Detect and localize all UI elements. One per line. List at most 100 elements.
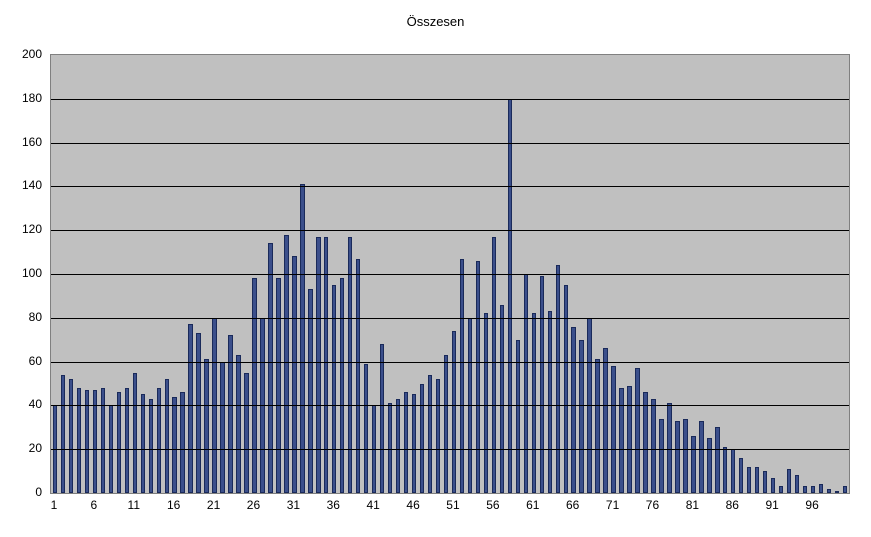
bar: [564, 285, 568, 493]
gridline: [51, 449, 849, 450]
bar: [380, 344, 384, 493]
bar: [196, 333, 200, 493]
bar: [444, 355, 448, 493]
bar: [77, 388, 81, 493]
y-tick-label: 80: [29, 310, 42, 324]
bar: [819, 484, 823, 493]
bar: [835, 491, 839, 493]
bar: [571, 327, 575, 493]
bar: [659, 419, 663, 493]
bar: [220, 362, 224, 493]
bar: [540, 276, 544, 493]
bar: [651, 399, 655, 493]
bar: [723, 447, 727, 493]
plot-area: [50, 54, 850, 494]
bar: [348, 237, 352, 493]
bar: [827, 489, 831, 493]
bar: [396, 399, 400, 493]
gridline: [51, 99, 849, 100]
bar: [532, 313, 536, 493]
bar: [388, 403, 392, 493]
bar: [308, 289, 312, 493]
x-tick-label: 51: [446, 498, 459, 512]
bar: [492, 237, 496, 493]
bar: [276, 278, 280, 493]
bar: [452, 331, 456, 493]
bar: [117, 392, 121, 493]
x-tick-label: 56: [486, 498, 499, 512]
bar: [763, 471, 767, 493]
bar: [771, 478, 775, 493]
bar: [324, 237, 328, 493]
x-tick-label: 61: [526, 498, 539, 512]
bar: [707, 438, 711, 493]
y-tick-label: 120: [22, 222, 42, 236]
bar: [364, 364, 368, 493]
bar: [157, 388, 161, 493]
bar: [524, 274, 528, 493]
bar: [204, 359, 208, 493]
y-axis-labels: 020406080100120140160180200: [0, 54, 46, 494]
x-tick-label: 66: [566, 498, 579, 512]
bar: [611, 366, 615, 493]
x-tick-label: 1: [51, 498, 58, 512]
y-tick-label: 0: [35, 485, 42, 499]
bar: [125, 388, 129, 493]
bar: [61, 375, 65, 493]
x-tick-label: 16: [167, 498, 180, 512]
gridline: [51, 362, 849, 363]
bar: [484, 313, 488, 493]
bar: [340, 278, 344, 493]
bar: [699, 421, 703, 493]
bar: [460, 259, 464, 493]
bar: [228, 335, 232, 493]
y-tick-label: 40: [29, 397, 42, 411]
bar: [165, 379, 169, 493]
bar: [412, 394, 416, 493]
bar: [180, 392, 184, 493]
bar: [619, 388, 623, 493]
bar: [476, 261, 480, 493]
x-tick-label: 91: [766, 498, 779, 512]
bar: [795, 475, 799, 493]
bar: [747, 467, 751, 493]
bar: [404, 392, 408, 493]
bar: [667, 403, 671, 493]
bar: [556, 265, 560, 493]
x-tick-label: 76: [646, 498, 659, 512]
bar: [133, 373, 137, 493]
x-tick-label: 26: [247, 498, 260, 512]
gridline: [51, 186, 849, 187]
x-tick-label: 36: [327, 498, 340, 512]
bar: [428, 375, 432, 493]
gridline: [51, 318, 849, 319]
x-tick-label: 21: [207, 498, 220, 512]
bar: [508, 99, 512, 493]
y-tick-label: 180: [22, 91, 42, 105]
bar: [755, 467, 759, 493]
bar: [683, 419, 687, 493]
y-tick-label: 140: [22, 178, 42, 192]
bar: [236, 355, 240, 493]
bar: [548, 311, 552, 493]
bar: [787, 469, 791, 493]
x-tick-label: 46: [406, 498, 419, 512]
bar: [635, 368, 639, 493]
bar: [675, 421, 679, 493]
bar: [739, 458, 743, 493]
y-tick-label: 100: [22, 266, 42, 280]
bar: [244, 373, 248, 493]
y-tick-label: 200: [22, 47, 42, 61]
x-tick-label: 11: [128, 498, 140, 512]
bar: [188, 324, 192, 493]
chart-container: Összesen 020406080100120140160180200 161…: [0, 0, 871, 537]
gridline: [51, 274, 849, 275]
bar: [316, 237, 320, 493]
bar: [101, 388, 105, 493]
x-tick-label: 71: [606, 498, 619, 512]
bar: [420, 384, 424, 494]
x-tick-label: 41: [367, 498, 380, 512]
bar: [252, 278, 256, 493]
bar: [691, 436, 695, 493]
bar: [436, 379, 440, 493]
